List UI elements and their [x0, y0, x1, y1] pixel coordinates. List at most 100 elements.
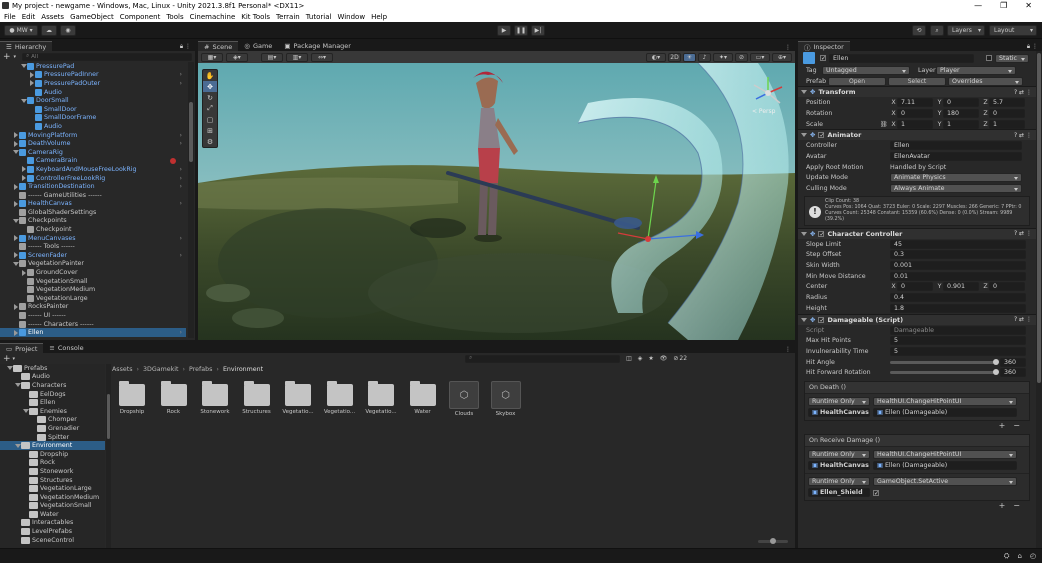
tab-game[interactable]: ◎ Game: [238, 41, 278, 51]
draw-mode-button[interactable]: ▦▾: [201, 52, 223, 62]
play-button[interactable]: ▶: [497, 25, 511, 36]
breadcrumb-item[interactable]: Prefabs: [189, 366, 212, 373]
project-folder-item[interactable]: Prefabs: [0, 364, 105, 373]
collab-icon[interactable]: ◉: [60, 25, 76, 36]
asset-item[interactable]: Vegetatio...: [320, 381, 360, 415]
collapse-icon[interactable]: [20, 269, 27, 276]
layers-dropdown[interactable]: Layers ▾: [947, 25, 985, 36]
collapse-icon[interactable]: [12, 235, 19, 242]
hierarchy-item[interactable]: ------ Characters ------: [0, 320, 186, 329]
height-field[interactable]: 1.8: [890, 303, 1026, 313]
effects-icon[interactable]: ✦▾: [713, 52, 733, 62]
step-field[interactable]: 0.3: [890, 250, 1026, 260]
account-button[interactable]: ● MW ▾: [4, 25, 38, 36]
breadcrumb-item[interactable]: 3DGamekit: [143, 366, 178, 373]
object-name-field[interactable]: Ellen: [829, 53, 974, 63]
vector-z-field[interactable]: 5.7: [989, 98, 1025, 108]
expand-icon[interactable]: [14, 443, 21, 448]
bool-argument-checkbox[interactable]: [873, 489, 879, 496]
add-event-icon[interactable]: +: [999, 501, 1006, 511]
project-folder-item[interactable]: LevelPrefabs: [0, 527, 105, 536]
asset-item[interactable]: Structures: [237, 381, 277, 415]
open-prefab-icon[interactable]: ›: [179, 252, 182, 259]
expand-icon[interactable]: [6, 366, 13, 371]
character-controller-header[interactable]: ✥ Character Controller ? ⇄ ⋮: [798, 227, 1036, 239]
foldout-icon[interactable]: [801, 317, 807, 322]
menu-window[interactable]: Window: [337, 13, 365, 21]
scene-menu-icon[interactable]: ⋮: [785, 44, 791, 51]
grid-snap-button[interactable]: ▤▾: [261, 52, 283, 62]
open-prefab-icon[interactable]: ›: [179, 80, 182, 87]
minmove-field[interactable]: 0.01: [890, 271, 1026, 281]
menu-terrain[interactable]: Terrain: [276, 13, 300, 21]
hit-forward-rotation-field[interactable]: 360: [1000, 368, 1026, 378]
move-tool-icon[interactable]: ✥: [203, 81, 217, 92]
hierarchy-item[interactable]: SmallDoorFrame: [0, 114, 186, 123]
component-enabled-checkbox[interactable]: [818, 316, 825, 323]
expand-icon[interactable]: [20, 64, 27, 69]
script-field[interactable]: Damageable: [890, 325, 1026, 335]
hierarchy-item[interactable]: CameraRig: [0, 148, 186, 157]
expand-icon[interactable]: [12, 218, 19, 223]
expand-icon[interactable]: [20, 98, 27, 103]
shading-mode-icon[interactable]: ◐▾: [646, 52, 666, 62]
project-folder-item[interactable]: SceneControl: [0, 536, 105, 545]
menu-file[interactable]: File: [4, 13, 16, 21]
cloud-icon[interactable]: ☁: [41, 25, 57, 36]
project-folder-item[interactable]: Structures: [0, 476, 105, 485]
update-mode-dropdown[interactable]: Animate Physics: [890, 173, 1022, 183]
hierarchy-item[interactable]: SmallDoor: [0, 105, 186, 114]
breadcrumb-item[interactable]: Environment: [223, 366, 263, 373]
step-button[interactable]: ▶|: [531, 25, 545, 36]
render-mode-button[interactable]: ◈▾: [226, 52, 248, 62]
hierarchy-item[interactable]: MenuCanvases ›: [0, 234, 186, 243]
menu-cinemachine[interactable]: Cinemachine: [190, 13, 236, 21]
function-dropdown[interactable]: HealthUI.ChangeHitPointUI: [873, 397, 1017, 407]
vector-z-field[interactable]: 0: [989, 108, 1025, 118]
menu-help[interactable]: Help: [371, 13, 387, 21]
hit-forward-rotation-slider[interactable]: [890, 369, 999, 376]
component-menu-icon[interactable]: ? ⇄ ⋮: [1014, 316, 1032, 323]
hierarchy-item[interactable]: PressurePadInner ›: [0, 71, 186, 80]
open-prefab-icon[interactable]: ›: [179, 235, 182, 242]
project-folder-item[interactable]: Rock: [0, 459, 105, 468]
vector-z-field[interactable]: 1: [989, 119, 1025, 129]
hierarchy-item[interactable]: Checkpoints: [0, 217, 186, 226]
project-tree-scrollbar[interactable]: [106, 364, 111, 548]
hierarchy-item[interactable]: PressurePad: [0, 62, 186, 71]
slider-knob[interactable]: [993, 358, 999, 365]
filter-label-icon[interactable]: ◈: [638, 355, 643, 362]
project-menu-icon[interactable]: ⋮: [785, 346, 791, 353]
open-prefab-icon[interactable]: ›: [179, 166, 182, 173]
maximize-icon[interactable]: ❐: [1000, 1, 1007, 10]
collapse-icon[interactable]: [28, 80, 35, 87]
close-icon[interactable]: ✕: [1025, 1, 1032, 10]
active-checkbox[interactable]: [820, 55, 826, 61]
scale-tool-icon[interactable]: ⤢: [203, 103, 217, 114]
rotate-tool-icon[interactable]: ↻: [203, 92, 217, 103]
project-folder-item[interactable]: VegetationSmall: [0, 502, 105, 511]
progress-icon[interactable]: ⛭: [1004, 552, 1010, 561]
hierarchy-search-input[interactable]: ⌕ All: [22, 52, 192, 61]
vector-x-field[interactable]: 7.11: [897, 98, 933, 108]
asset-item[interactable]: Vegetatio...: [278, 381, 318, 415]
asset-item[interactable]: Rock: [154, 381, 194, 415]
tab-project[interactable]: ▭ Project: [0, 343, 44, 353]
hand-tool-icon[interactable]: ✋: [203, 70, 217, 81]
hierarchy-item[interactable]: GroundCover: [0, 268, 186, 277]
hierarchy-item[interactable]: Checkpoint: [0, 225, 186, 234]
open-prefab-icon[interactable]: ›: [179, 183, 182, 190]
project-folder-item[interactable]: Dropship: [0, 450, 105, 459]
project-add-icon[interactable]: +: [3, 354, 11, 364]
project-folder-item[interactable]: Grenadier: [0, 424, 105, 433]
max-hit-points-field[interactable]: 5: [890, 336, 1026, 346]
hidden-objects-icon[interactable]: ⊘: [735, 52, 748, 62]
component-menu-icon[interactable]: ? ⇄ ⋮: [1014, 230, 1032, 237]
collapse-icon[interactable]: [28, 71, 35, 78]
favorite-icon[interactable]: ★: [648, 355, 653, 362]
tab-scene[interactable]: # Scene: [198, 41, 239, 51]
vector-x-field[interactable]: 0: [897, 282, 933, 292]
2d-toggle[interactable]: 2D: [668, 52, 681, 62]
menu-component[interactable]: Component: [120, 13, 161, 21]
gizmos-icon[interactable]: ⊕▾: [772, 52, 792, 62]
